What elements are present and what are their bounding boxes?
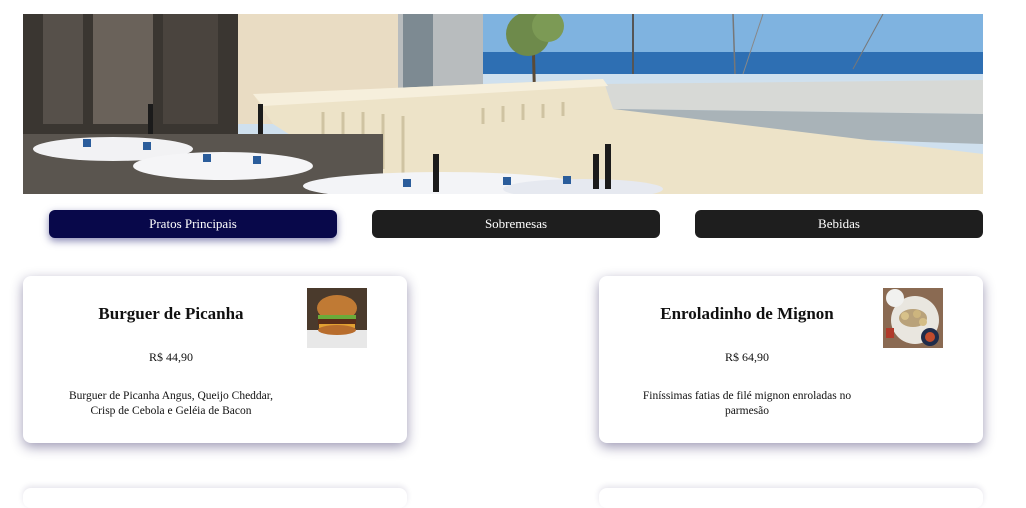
menu-item-card-partial (23, 488, 407, 508)
menu-item-card[interactable]: Burguer de Picanha R$ 44,90 Burguer de P… (23, 276, 407, 443)
menu-item-price: R$ 44,90 (148, 350, 193, 364)
menu-item-title: Enroladinho de Mignon (660, 304, 834, 323)
menu-item-description: Finíssimas fatias de filé mignon enrolad… (642, 390, 852, 417)
hero-banner-image (23, 14, 983, 194)
menu-item-price: R$ 64,90 (724, 350, 769, 364)
menu-item-card[interactable]: Enroladinho de Mignon R$ 64,90 Finíssima… (599, 276, 983, 443)
tab-bebidas[interactable]: Bebidas (695, 210, 983, 238)
menu-item-card-partial (599, 488, 983, 508)
mignon-rolls-photo (883, 288, 943, 348)
burger-photo (307, 288, 367, 348)
tab-sobremesas[interactable]: Sobremesas (372, 210, 660, 238)
menu-item-description: Burguer de Picanha Angus, Queijo Cheddar… (68, 390, 274, 417)
tab-pratos-principais[interactable]: Pratos Principais (49, 210, 337, 238)
menu-item-title: Burguer de Picanha (98, 304, 244, 323)
